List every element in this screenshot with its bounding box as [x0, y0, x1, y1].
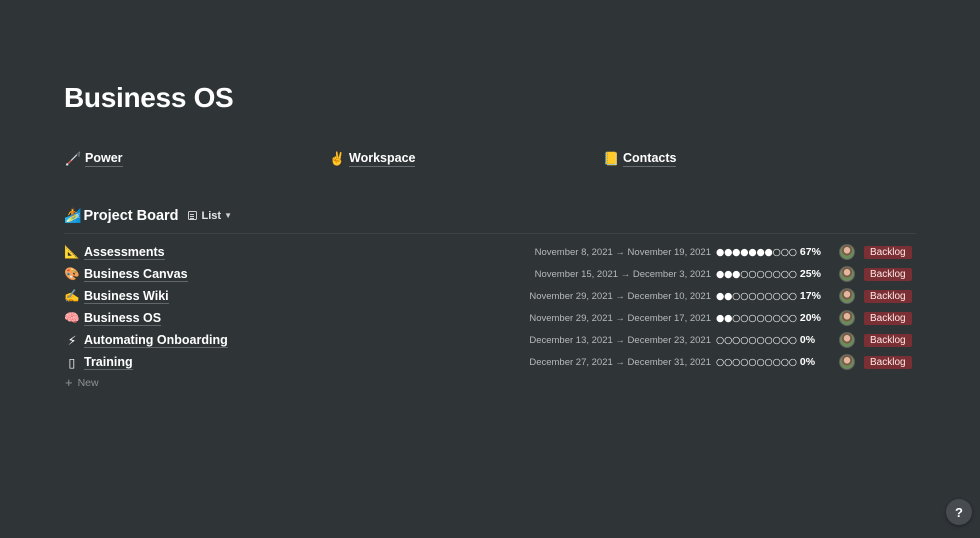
power-icon: 🦯 [65, 151, 82, 166]
page-title: Business OS [64, 82, 234, 113]
list-item[interactable]: 🧠 Business OS November 29, 2021 → Decemb… [64, 307, 916, 329]
row-title: Assessments [84, 244, 165, 260]
new-item-button[interactable]: + New [65, 375, 99, 390]
palette-icon: 🎨 [64, 266, 80, 281]
avatar [839, 266, 855, 282]
status-badge: Backlog [864, 311, 912, 325]
new-item-label: New [77, 377, 99, 389]
progress-dots: ●●○○○○○○○○ [716, 312, 797, 324]
row-name: ✍️ Business Wiki [64, 289, 169, 304]
help-label: ? [955, 504, 963, 520]
row-progress: ○○○○○○○○○○ 0% [716, 334, 815, 346]
plus-icon: + [65, 375, 73, 390]
row-dates: November 15, 2021 → December 3, 2021 [534, 268, 711, 280]
row-title: Automating Onboarding [84, 332, 228, 348]
contacts-link-label: Contacts [623, 151, 677, 167]
progress-percent: 67% [799, 246, 821, 258]
lightning-icon: ⚡ [67, 333, 77, 348]
workspace-link-label: Workspace [349, 151, 416, 167]
project-list: 📐 Assessments November 8, 2021 → Novembe… [64, 241, 916, 373]
view-switcher-label: List [201, 209, 222, 222]
progress-dots: ●●●○○○○○○○ [716, 268, 797, 280]
power-link[interactable]: 🦯 Power [65, 151, 123, 167]
list-item[interactable]: 🎨 Business Canvas November 15, 2021 → De… [64, 263, 916, 285]
row-title: Business Wiki [84, 288, 169, 304]
list-item[interactable]: 📐 Assessments November 8, 2021 → Novembe… [64, 241, 916, 263]
contacts-link[interactable]: 📒 Contacts [603, 151, 677, 167]
row-name: ⚡ Automating Onboarding [64, 333, 228, 348]
victory-hand-icon: ✌️ [329, 151, 346, 166]
row-dates: November 29, 2021 → December 17, 2021 [529, 312, 711, 324]
database-title-label: Project Board [83, 207, 179, 224]
row-name: 🧠 Business OS [64, 310, 162, 326]
ledger-icon: 📒 [603, 151, 620, 166]
row-name: 📐 Assessments [64, 245, 165, 260]
row-name: 🎨 Business Canvas [64, 267, 188, 282]
row-dates: November 29, 2021 → December 10, 2021 [529, 290, 711, 302]
view-switcher[interactable]: List ▼ [187, 209, 233, 222]
status-badge: Backlog [864, 289, 912, 303]
row-progress: ●●○○○○○○○○ 17% [716, 290, 821, 302]
avatar [839, 288, 855, 304]
chevron-down-icon: ▼ [224, 211, 233, 220]
ruler-icon: 📐 [64, 244, 80, 259]
status-badge: Backlog [864, 355, 912, 369]
row-dates: November 8, 2021 → November 19, 2021 [534, 246, 711, 258]
page-links: 🦯 Power ✌️ Workspace 📒 Contacts [64, 151, 924, 171]
row-title: Business Canvas [84, 266, 188, 282]
help-button[interactable]: ? [946, 499, 972, 525]
avatar [839, 354, 855, 370]
writing-hand-icon: ✍️ [64, 288, 80, 303]
row-dates: December 13, 2021 → December 23, 2021 [529, 334, 711, 346]
progress-percent: 0% [799, 356, 816, 368]
progress-dots: ○○○○○○○○○○ [716, 334, 797, 346]
row-name: ▯ Training [64, 355, 133, 370]
row-title: Business OS [84, 310, 162, 326]
status-badge: Backlog [864, 267, 912, 281]
row-progress: ○○○○○○○○○○ 0% [716, 356, 815, 368]
progress-percent: 17% [799, 290, 821, 302]
avatar [839, 244, 855, 260]
progress-percent: 0% [799, 334, 816, 346]
page: Business OS 🦯 Power ✌️ Workspace 📒 Conta… [0, 0, 980, 538]
list-view-icon [187, 211, 197, 220]
progress-percent: 20% [799, 312, 821, 324]
surfer-icon: 🏄 [64, 207, 82, 223]
power-link-label: Power [85, 151, 123, 167]
page-icon: ▯ [68, 355, 76, 370]
progress-dots: ○○○○○○○○○○ [716, 356, 797, 368]
progress-percent: 25% [799, 268, 821, 280]
brain-icon: 🧠 [64, 310, 80, 325]
status-badge: Backlog [864, 333, 912, 347]
row-progress: ●●●●●●●○○○ 67% [716, 246, 821, 258]
list-item[interactable]: ⚡ Automating Onboarding December 13, 202… [64, 329, 916, 351]
database-header: 🏄 Project Board List ▼ [64, 207, 232, 224]
workspace-link[interactable]: ✌️ Workspace [329, 151, 416, 167]
progress-dots: ●●●●●●●○○○ [716, 246, 797, 258]
row-progress: ●●●○○○○○○○ 25% [716, 268, 821, 280]
avatar [839, 310, 855, 326]
avatar [839, 332, 855, 348]
row-dates: December 27, 2021 → December 31, 2021 [529, 356, 711, 368]
list-item[interactable]: ✍️ Business Wiki November 29, 2021 → Dec… [64, 285, 916, 307]
status-badge: Backlog [864, 245, 912, 259]
database-title[interactable]: 🏄 Project Board [64, 207, 179, 224]
progress-dots: ●●○○○○○○○○ [716, 290, 797, 302]
row-progress: ●●○○○○○○○○ 20% [716, 312, 821, 324]
database-divider [64, 233, 916, 234]
row-title: Training [84, 354, 133, 370]
list-item[interactable]: ▯ Training December 27, 2021 → December … [64, 351, 916, 373]
